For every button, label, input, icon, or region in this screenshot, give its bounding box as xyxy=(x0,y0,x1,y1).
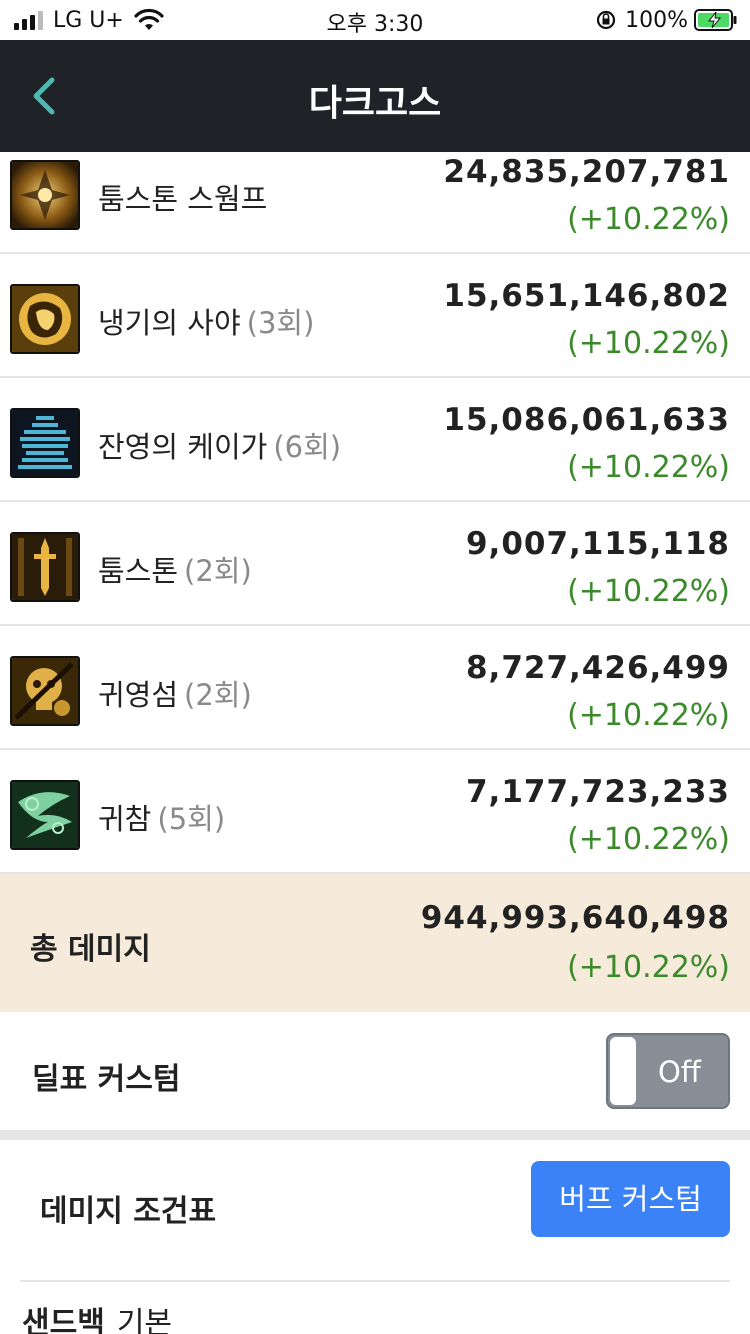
skill-name: 잔영의 케이가 (6회) xyxy=(98,430,342,464)
total-damage-label: 총 데미지 xyxy=(30,932,151,967)
skill-percent: (+10.22%) xyxy=(567,574,730,609)
custom-table-label: 딜표 커스텀 xyxy=(32,1062,181,1097)
skill-name: 귀참 (5회) xyxy=(98,802,226,836)
rotation-lock-icon xyxy=(596,10,616,30)
total-damage-value: 944,993,640,498 xyxy=(420,900,730,936)
skill-name: 냉기의 사야 (3회) xyxy=(98,306,315,340)
skill-list: 툼스톤 스웜프 24,835,207,781 (+10.22%) 냉기의 사야(… xyxy=(0,152,750,874)
toggle-knob xyxy=(610,1037,636,1105)
skill-damage: 9,007,115,118 xyxy=(465,526,730,562)
ghost-flash-skill-icon xyxy=(10,656,80,726)
swamp-skill-icon xyxy=(10,160,80,230)
skill-damage: 15,651,146,802 xyxy=(443,278,730,314)
skill-name: 귀영섬 (2회) xyxy=(98,678,252,712)
buff-custom-button[interactable]: 버프 커스텀 xyxy=(531,1161,730,1237)
ghost-slash-skill-icon xyxy=(10,780,80,850)
skill-row: 귀참 (5회) 7,177,723,233 (+10.22%) xyxy=(0,750,750,874)
skill-row: 툼스톤 스웜프 24,835,207,781 (+10.22%) xyxy=(0,152,750,254)
skill-name: 툼스톤 (2회) xyxy=(98,554,252,588)
status-right: 100% xyxy=(595,6,738,34)
skill-percent: (+10.22%) xyxy=(567,698,730,733)
skill-damage: 24,835,207,781 xyxy=(443,154,730,190)
skill-percent: (+10.22%) xyxy=(567,450,730,485)
toggle-state: Off xyxy=(658,1055,701,1089)
nav-bar: 다크고스 xyxy=(0,40,750,152)
custom-table-toggle[interactable]: Off xyxy=(606,1033,730,1109)
skill-damage: 7,177,723,233 xyxy=(465,774,730,810)
battery-icon xyxy=(694,9,737,31)
skill-row: 귀영섬 (2회) 8,727,426,499 (+10.22%) xyxy=(0,626,750,750)
status-bar: LG U+ 오후 3:30 100% xyxy=(0,0,750,40)
afterimage-skill-icon xyxy=(10,408,80,478)
custom-table-row: 딜표 커스텀 Off xyxy=(0,1012,750,1130)
sandbag-row[interactable]: 샌드백 기본 xyxy=(22,1298,172,1334)
row-divider xyxy=(20,1280,730,1282)
total-damage-percent: (+10.22%) xyxy=(567,950,730,985)
page-title: 다크고스 xyxy=(308,83,442,124)
skill-damage: 15,086,061,633 xyxy=(443,402,730,438)
skill-row: 냉기의 사야 (3회) 15,651,146,802 (+10.22%) xyxy=(0,254,750,378)
skill-percent: (+10.22%) xyxy=(567,326,730,361)
total-damage-row: 총 데미지 944,993,640,498 (+10.22%) xyxy=(0,874,750,1012)
section-divider xyxy=(0,1130,750,1140)
frost-skill-icon xyxy=(10,284,80,354)
skill-percent: (+10.22%) xyxy=(567,822,730,857)
battery-percent: 100% xyxy=(625,7,688,33)
sandbag-value: 기본 xyxy=(116,1306,173,1334)
tombstone-skill-icon xyxy=(10,532,80,602)
skill-row: 툼스톤 (2회) 9,007,115,118 (+10.22%) xyxy=(0,502,750,626)
skill-row: 잔영의 케이가 (6회) 15,086,061,633 (+10.22%) xyxy=(0,378,750,502)
skill-damage: 8,727,426,499 xyxy=(465,650,730,686)
damage-condition-row: 데미지 조건표 버프 커스텀 xyxy=(0,1140,750,1280)
sandbag-label: 샌드백 xyxy=(22,1306,105,1334)
skill-percent: (+10.22%) xyxy=(567,202,730,237)
skill-name: 툼스톤 스웜프 xyxy=(98,182,268,216)
damage-condition-label: 데미지 조건표 xyxy=(40,1194,217,1229)
